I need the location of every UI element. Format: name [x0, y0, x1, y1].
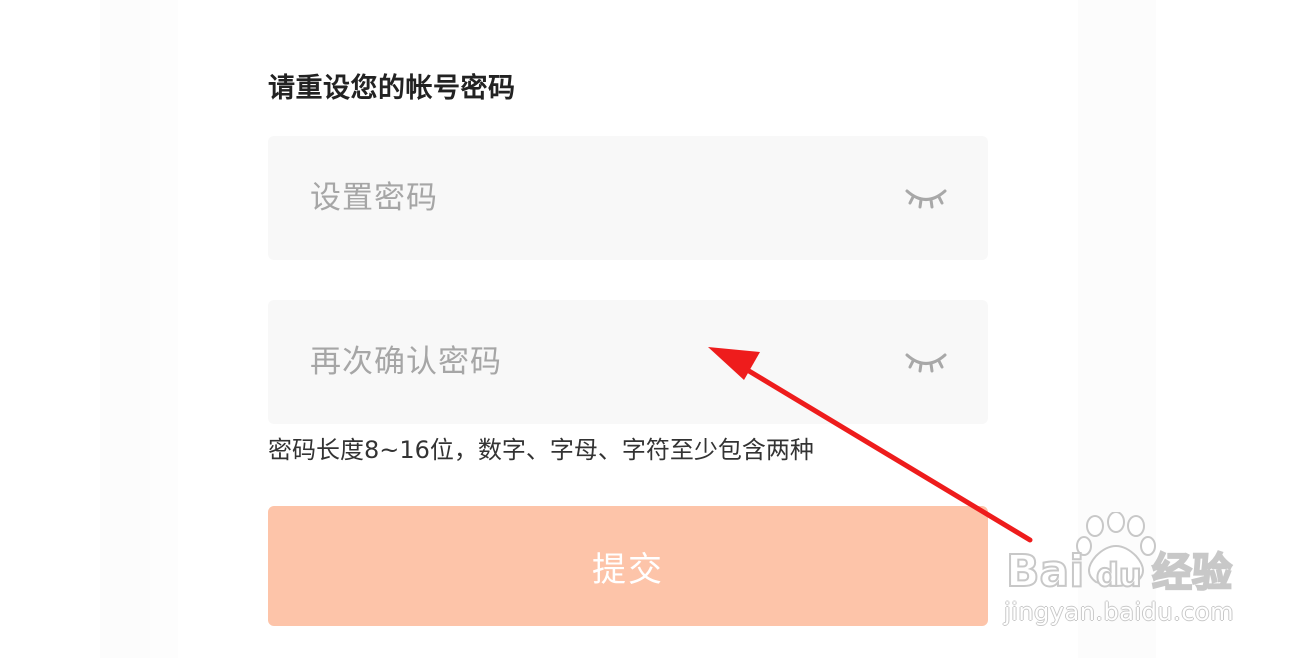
password-rule-hint: 密码长度8~16位，数字、字母、字符至少包含两种 [268, 436, 814, 464]
eye-closed-icon[interactable] [904, 184, 948, 212]
confirm-password-input[interactable] [310, 330, 870, 394]
page-title: 请重设您的帐号密码 [268, 73, 516, 104]
password-input[interactable] [310, 166, 870, 230]
right-margin-band [1078, 0, 1156, 658]
svg-text:Bai: Bai [1006, 546, 1084, 597]
eye-closed-icon[interactable] [904, 348, 948, 376]
reset-password-page: 请重设您的帐号密码 密码长度8~16位，数字、字母、字符至少包含两种 提交 Ba… [0, 0, 1312, 658]
submit-button[interactable]: 提交 [268, 506, 988, 626]
watermark-url: jingyan.baidu.com [1004, 598, 1234, 626]
left-inner-band [150, 0, 178, 658]
password-field[interactable] [268, 136, 988, 260]
confirm-password-field[interactable] [268, 300, 988, 424]
svg-text:经验: 经验 [1152, 550, 1232, 596]
